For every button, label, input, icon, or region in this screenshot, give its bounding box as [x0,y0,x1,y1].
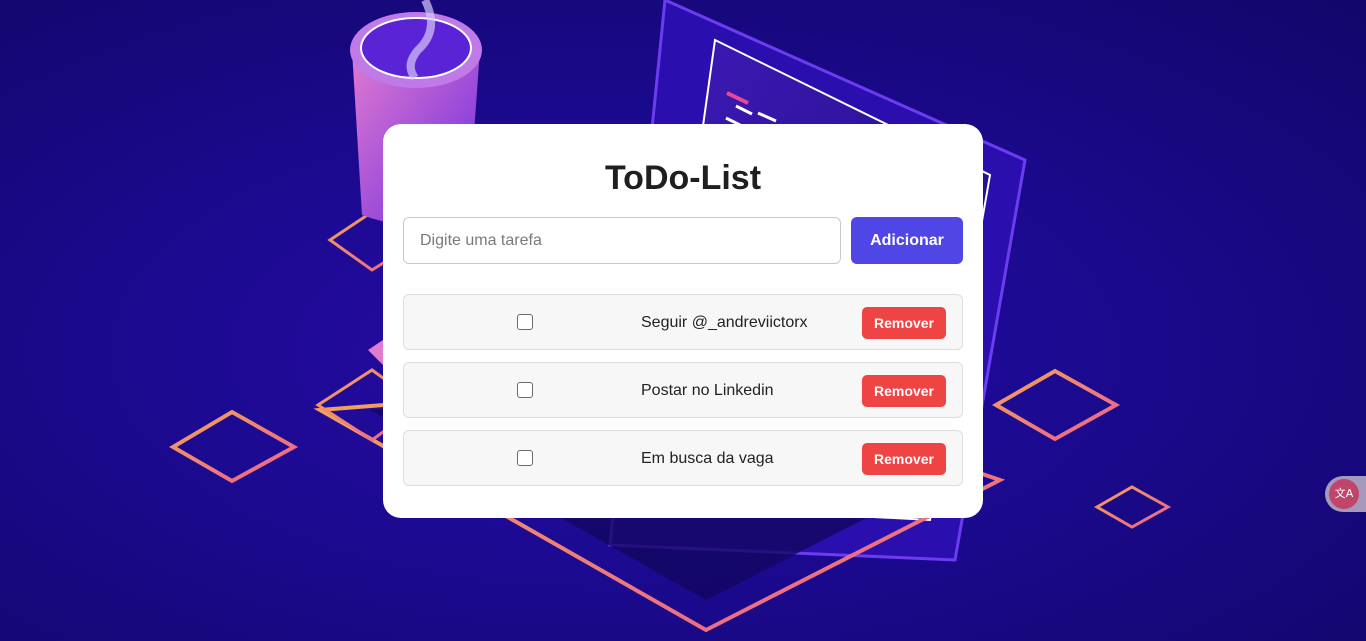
task-text: Seguir @_andreviictorx [641,314,808,331]
remove-task-button[interactable]: Remover [862,307,946,339]
task-item: Postar no Linkedin Remover [403,362,963,418]
add-task-button[interactable]: Adicionar [851,217,963,264]
page-title: ToDo-List [604,159,762,197]
task-item: Seguir @_andreviictorx Remover [403,294,963,350]
task-input[interactable] [403,217,841,264]
task-checkbox[interactable] [517,314,533,330]
task-checkbox[interactable] [517,382,533,398]
translate-icon[interactable]: 文A [1329,479,1359,509]
todo-card: ToDo-List Adicionar Seguir @_andreviicto… [383,124,983,518]
task-text: Em busca da vaga [641,450,774,467]
translate-widget[interactable]: 文A [1325,476,1366,512]
remove-task-button[interactable]: Remover [862,375,946,407]
task-checkbox[interactable] [517,450,533,466]
task-item: Em busca da vaga Remover [403,430,963,486]
remove-task-button[interactable]: Remover [862,443,946,475]
task-text: Postar no Linkedin [641,382,774,399]
task-list: Seguir @_andreviictorx Remover Postar no… [403,294,963,498]
